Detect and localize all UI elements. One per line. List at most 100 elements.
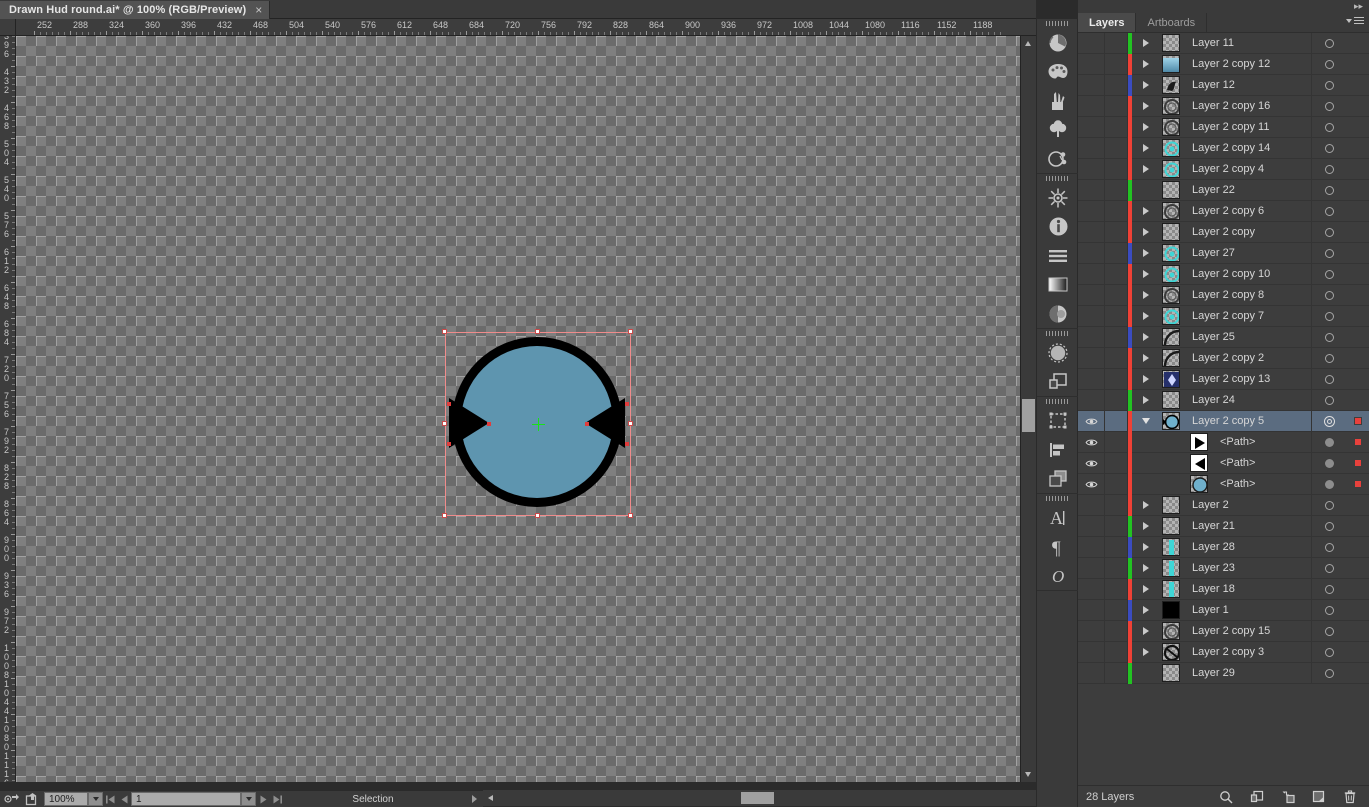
lock-toggle[interactable] [1105, 284, 1128, 306]
selection-handle[interactable] [628, 329, 633, 334]
visibility-toggle-icon[interactable] [1078, 74, 1105, 96]
selection-indicator[interactable] [1347, 621, 1369, 642]
layer-name-label[interactable]: Layer 2 copy 16 [1186, 100, 1311, 112]
target-indicator-icon[interactable] [1311, 494, 1347, 516]
layer-row[interactable]: Layer 2 copy 8 [1078, 284, 1369, 306]
lock-toggle[interactable] [1105, 620, 1128, 642]
character-icon[interactable]: A [1037, 503, 1079, 532]
visibility-toggle-icon[interactable] [1078, 200, 1105, 222]
align-icon[interactable] [1037, 241, 1079, 270]
layer-row[interactable]: Layer 24 [1078, 389, 1369, 411]
canvas-horizontal-scrollbar[interactable] [483, 790, 1036, 806]
selection-indicator[interactable] [1347, 75, 1369, 96]
layer-name-label[interactable]: Layer 2 copy 15 [1186, 625, 1311, 637]
target-indicator-icon[interactable] [1311, 662, 1347, 684]
expand-layer-icon[interactable] [1136, 495, 1156, 516]
target-indicator-icon[interactable] [1311, 452, 1347, 474]
lock-toggle[interactable] [1105, 452, 1128, 474]
selection-handle[interactable] [628, 421, 633, 426]
scroll-left-icon[interactable] [488, 795, 493, 801]
target-indicator-icon[interactable] [1311, 242, 1347, 264]
selection-indicator[interactable] [1347, 201, 1369, 222]
layer-name-label[interactable]: Layer 28 [1186, 541, 1311, 553]
target-indicator-icon[interactable] [1311, 74, 1347, 96]
scroll-down-icon[interactable] [1025, 772, 1031, 777]
expand-layer-icon[interactable] [1136, 117, 1156, 138]
artboards-icon[interactable] [1037, 406, 1079, 435]
layer-row[interactable]: Layer 2 copy 16 [1078, 95, 1369, 117]
layer-row[interactable]: Layer 1 [1078, 599, 1369, 621]
expand-layer-icon[interactable] [1136, 306, 1156, 327]
selection-indicator[interactable] [1347, 663, 1369, 684]
dock-grip[interactable] [1037, 494, 1079, 503]
lock-toggle[interactable] [1105, 326, 1128, 348]
target-indicator-icon[interactable] [1311, 95, 1347, 117]
expand-layer-icon[interactable] [1136, 558, 1156, 579]
visibility-toggle-icon[interactable] [1078, 158, 1105, 180]
target-indicator-icon[interactable] [1311, 33, 1347, 54]
layer-name-label[interactable]: Layer 1 [1186, 604, 1311, 616]
target-indicator-icon[interactable] [1311, 158, 1347, 180]
expand-layer-icon[interactable] [1136, 54, 1156, 75]
dock-grip[interactable] [1037, 397, 1079, 406]
canvas-vertical-scrollbar[interactable] [1020, 36, 1036, 782]
selection-indicator[interactable] [1347, 390, 1369, 411]
layer-name-label[interactable]: Layer 2 copy [1186, 226, 1311, 238]
layer-name-label[interactable]: Layer 2 copy 5 [1186, 415, 1311, 427]
ruler-corner[interactable] [0, 19, 16, 36]
visibility-toggle-icon[interactable] [1078, 284, 1105, 306]
layer-name-label[interactable]: Layer 21 [1186, 520, 1311, 532]
selection-indicator[interactable] [1347, 159, 1369, 180]
layer-row[interactable]: Layer 2 copy 2 [1078, 347, 1369, 369]
visibility-toggle-icon[interactable] [1078, 33, 1105, 54]
horizontal-ruler[interactable]: 252 288 324 360 396 432 468 504 540 576 612 648 684 7… [16, 19, 1036, 36]
vertical-scrollbar-thumb[interactable] [1022, 399, 1035, 432]
layer-name-label[interactable]: Layer 23 [1186, 562, 1311, 574]
selection-indicator[interactable] [1347, 558, 1369, 579]
selection-indicator[interactable] [1347, 33, 1369, 54]
selection-indicator[interactable] [1347, 138, 1369, 159]
expand-layer-icon[interactable] [1136, 411, 1156, 432]
layer-row[interactable]: Layer 2 copy 5 [1078, 410, 1369, 432]
target-indicator-icon[interactable] [1311, 305, 1347, 327]
expand-layer-icon[interactable] [1136, 348, 1156, 369]
panel-collapse-bar[interactable]: ▸▸ [1078, 0, 1369, 13]
visibility-toggle-icon[interactable] [1078, 536, 1105, 558]
expand-layer-icon[interactable] [1136, 327, 1156, 348]
panel-menu-icon[interactable] [1346, 17, 1364, 25]
lock-toggle[interactable] [1105, 347, 1128, 369]
expand-layer-icon[interactable] [1136, 537, 1156, 558]
dock-grip[interactable] [1037, 329, 1079, 338]
target-indicator-icon[interactable] [1311, 599, 1347, 621]
layer-row[interactable]: Layer 28 [1078, 536, 1369, 558]
layer-row-path[interactable]: <Path> [1078, 431, 1369, 453]
layer-name-label[interactable]: <Path> [1214, 436, 1311, 448]
visibility-toggle-icon[interactable] [1078, 473, 1105, 495]
preview-mode-icon[interactable] [0, 791, 22, 807]
layer-name-label[interactable]: Layer 2 copy 6 [1186, 205, 1311, 217]
paragraph-icon[interactable]: ¶ [1037, 532, 1079, 561]
visibility-toggle-icon[interactable] [1078, 620, 1105, 642]
visibility-toggle-icon[interactable] [1078, 578, 1105, 600]
lock-toggle[interactable] [1105, 33, 1128, 54]
make-clipping-mask-icon[interactable] [1249, 789, 1264, 804]
target-indicator-icon[interactable] [1311, 536, 1347, 558]
layer-row[interactable]: Layer 2 copy 12 [1078, 53, 1369, 75]
layer-name-label[interactable]: Layer 2 copy 12 [1186, 58, 1311, 70]
transform-icon[interactable] [1037, 183, 1079, 212]
visibility-toggle-icon[interactable] [1078, 515, 1105, 537]
visibility-toggle-icon[interactable] [1078, 599, 1105, 621]
expand-layer-icon[interactable] [1136, 369, 1156, 390]
layer-name-label[interactable]: Layer 2 copy 7 [1186, 310, 1311, 322]
selection-indicator[interactable] [1347, 306, 1369, 327]
visibility-toggle-icon[interactable] [1078, 641, 1105, 663]
target-indicator-icon[interactable] [1311, 221, 1347, 243]
layer-name-label[interactable]: Layer 25 [1186, 331, 1311, 343]
info-icon[interactable] [1037, 212, 1079, 241]
target-indicator-icon[interactable] [1311, 137, 1347, 159]
vertical-ruler[interactable]: 3964324685045405766126486847207567928288… [0, 36, 16, 782]
selection-indicator[interactable] [1347, 243, 1369, 264]
layer-name-label[interactable]: Layer 12 [1186, 79, 1311, 91]
expand-layer-icon[interactable] [1136, 96, 1156, 117]
layer-row[interactable]: Layer 29 [1078, 662, 1369, 684]
